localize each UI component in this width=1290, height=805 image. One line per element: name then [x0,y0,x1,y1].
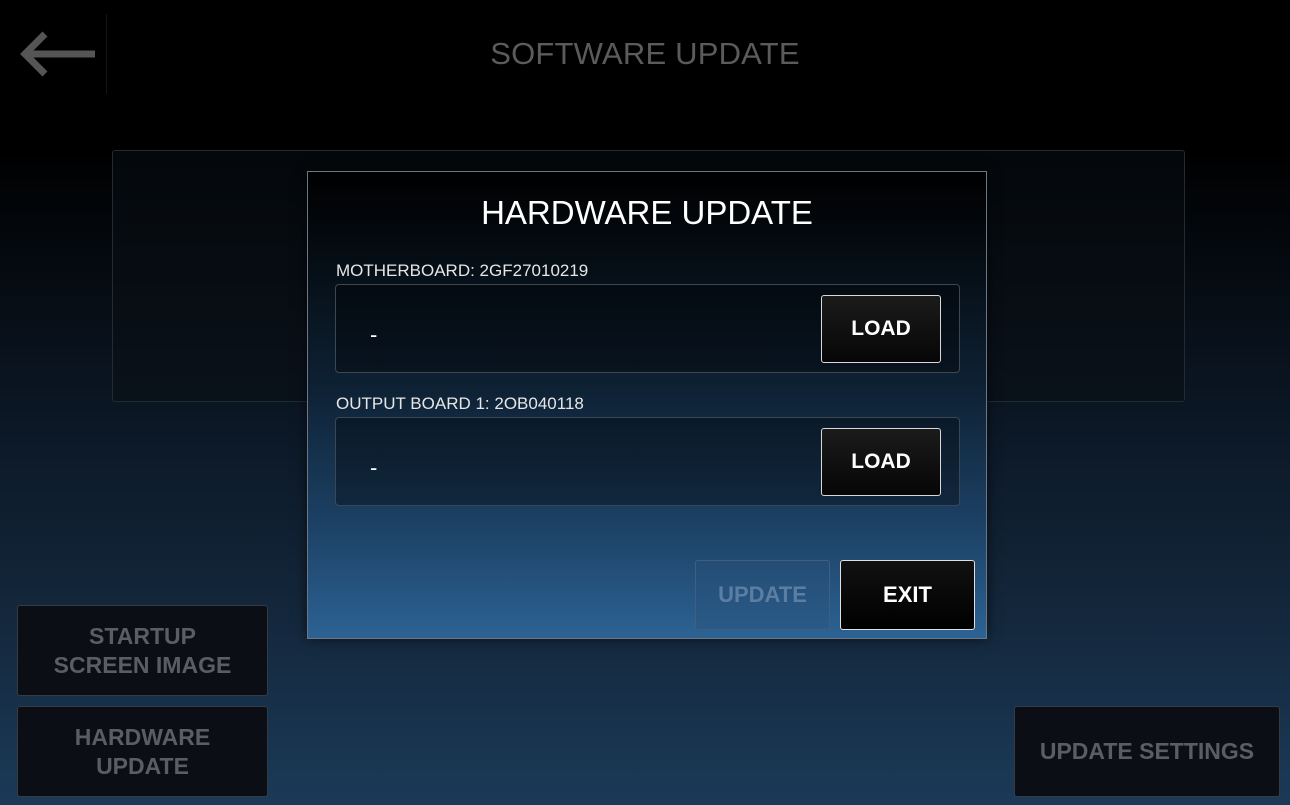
hardware-update-button[interactable]: HARDWARE UPDATE [17,706,268,797]
motherboard-label: MOTHERBOARD: 2GF27010219 [336,261,589,280]
motherboard-load-button[interactable]: LOAD [821,295,941,363]
hardware-update-label: HARDWARE UPDATE [74,723,211,779]
update-settings-button[interactable]: UPDATE SETTINGS [1014,706,1280,797]
hardware-update-dialog: HARDWARE UPDATE MOTHERBOARD: 2GF27010219… [307,171,987,639]
page-title: SOFTWARE UPDATE [490,36,800,71]
startup-screen-image-button[interactable]: STARTUP SCREEN IMAGE [17,605,268,696]
update-button[interactable]: UPDATE [695,560,830,630]
output-board-load-button[interactable]: LOAD [821,428,941,496]
startup-screen-image-label: STARTUP SCREEN IMAGE [53,622,232,678]
software-update-screen: SOFTWARE UPDATE STARTUP SCREEN IMAGE HAR… [0,0,1290,805]
dialog-title: HARDWARE UPDATE [481,194,813,231]
output-board-file-value: - [370,455,378,480]
output-board-label: OUTPUT BOARD 1: 2OB040118 [336,394,584,413]
output-board-field: - LOAD [335,417,960,506]
motherboard-field: - LOAD [335,284,960,373]
motherboard-file-value: - [370,322,378,347]
update-settings-label: UPDATE SETTINGS [1039,738,1255,764]
exit-button[interactable]: EXIT [840,560,975,630]
